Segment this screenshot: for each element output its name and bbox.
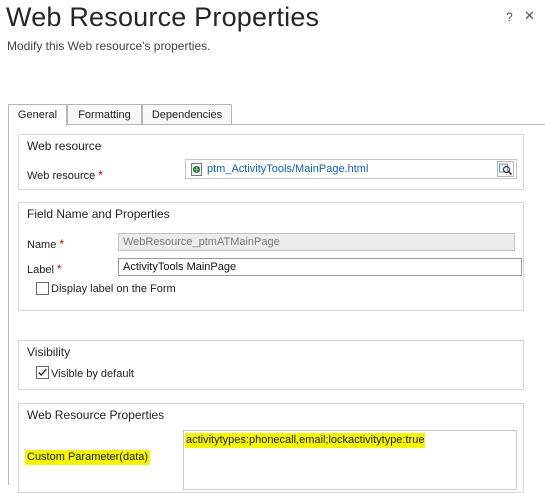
web-resource-section-title: Web resource (27, 139, 102, 153)
required-marker: * (56, 262, 62, 276)
checkmark-icon (38, 368, 47, 377)
visible-by-default-checkbox[interactable] (36, 366, 49, 379)
tab-dependencies[interactable]: Dependencies (142, 104, 232, 125)
web-resource-section: Web resource Web resource * ptm_ActivityT… (18, 134, 524, 190)
help-button[interactable]: ? (506, 10, 513, 24)
general-tab-panel: Web resource Web resource * ptm_ActivityT… (8, 124, 545, 493)
label-field[interactable]: ActivityTools MainPage (118, 258, 522, 276)
web-resource-label-text: Web resource (27, 170, 96, 182)
visible-by-default-label: Visible by default (51, 368, 134, 380)
web-resource-link[interactable]: ptm_ActivityTools/MainPage.html (207, 163, 368, 175)
lookup-search-icon[interactable] (497, 161, 514, 177)
visibility-section-title: Visibility (27, 345, 71, 359)
visibility-section: Visibility Visible by default (18, 340, 524, 390)
field-properties-section: Field Name and Properties Name * WebResou… (18, 202, 524, 311)
custom-parameter-label-text: Custom Parameter(data) (25, 450, 151, 465)
dialog-subtitle: Modify this Web resource's properties. (7, 39, 211, 53)
display-label-checkbox-label: Display label on the Form (51, 283, 176, 295)
web-resource-properties-section: Web Resource Properties Custom Parameter… (18, 403, 524, 493)
dialog-title: Web Resource Properties (6, 2, 320, 32)
name-label-text: Name (27, 239, 57, 251)
required-marker: * (59, 237, 65, 251)
label-label-text: Label (27, 264, 54, 276)
web-resource-properties-section-title: Web Resource Properties (27, 408, 165, 422)
field-properties-section-title: Field Name and Properties (27, 207, 170, 221)
web-resource-lookup[interactable]: ptm_ActivityTools/MainPage.html (185, 159, 517, 179)
required-marker: * (98, 168, 103, 182)
custom-parameter-textarea[interactable]: activitytypes:phonecall,email;lockactivi… (183, 430, 517, 490)
web-resource-label: Web resource * (27, 168, 103, 182)
custom-parameter-value: activitytypes:phonecall,email;lockactivi… (185, 433, 426, 448)
tab-general[interactable]: General (8, 104, 67, 126)
label-label: Label * (27, 262, 62, 276)
name-label: Name * (27, 237, 64, 251)
web-page-icon (191, 163, 202, 176)
close-button[interactable]: ✕ (524, 8, 535, 24)
name-field: WebResource_ptmATMainPage (118, 233, 515, 251)
tab-formatting[interactable]: Formatting (67, 104, 142, 125)
display-label-checkbox[interactable] (36, 282, 49, 295)
custom-parameter-label: Custom Parameter(data) (25, 450, 151, 465)
